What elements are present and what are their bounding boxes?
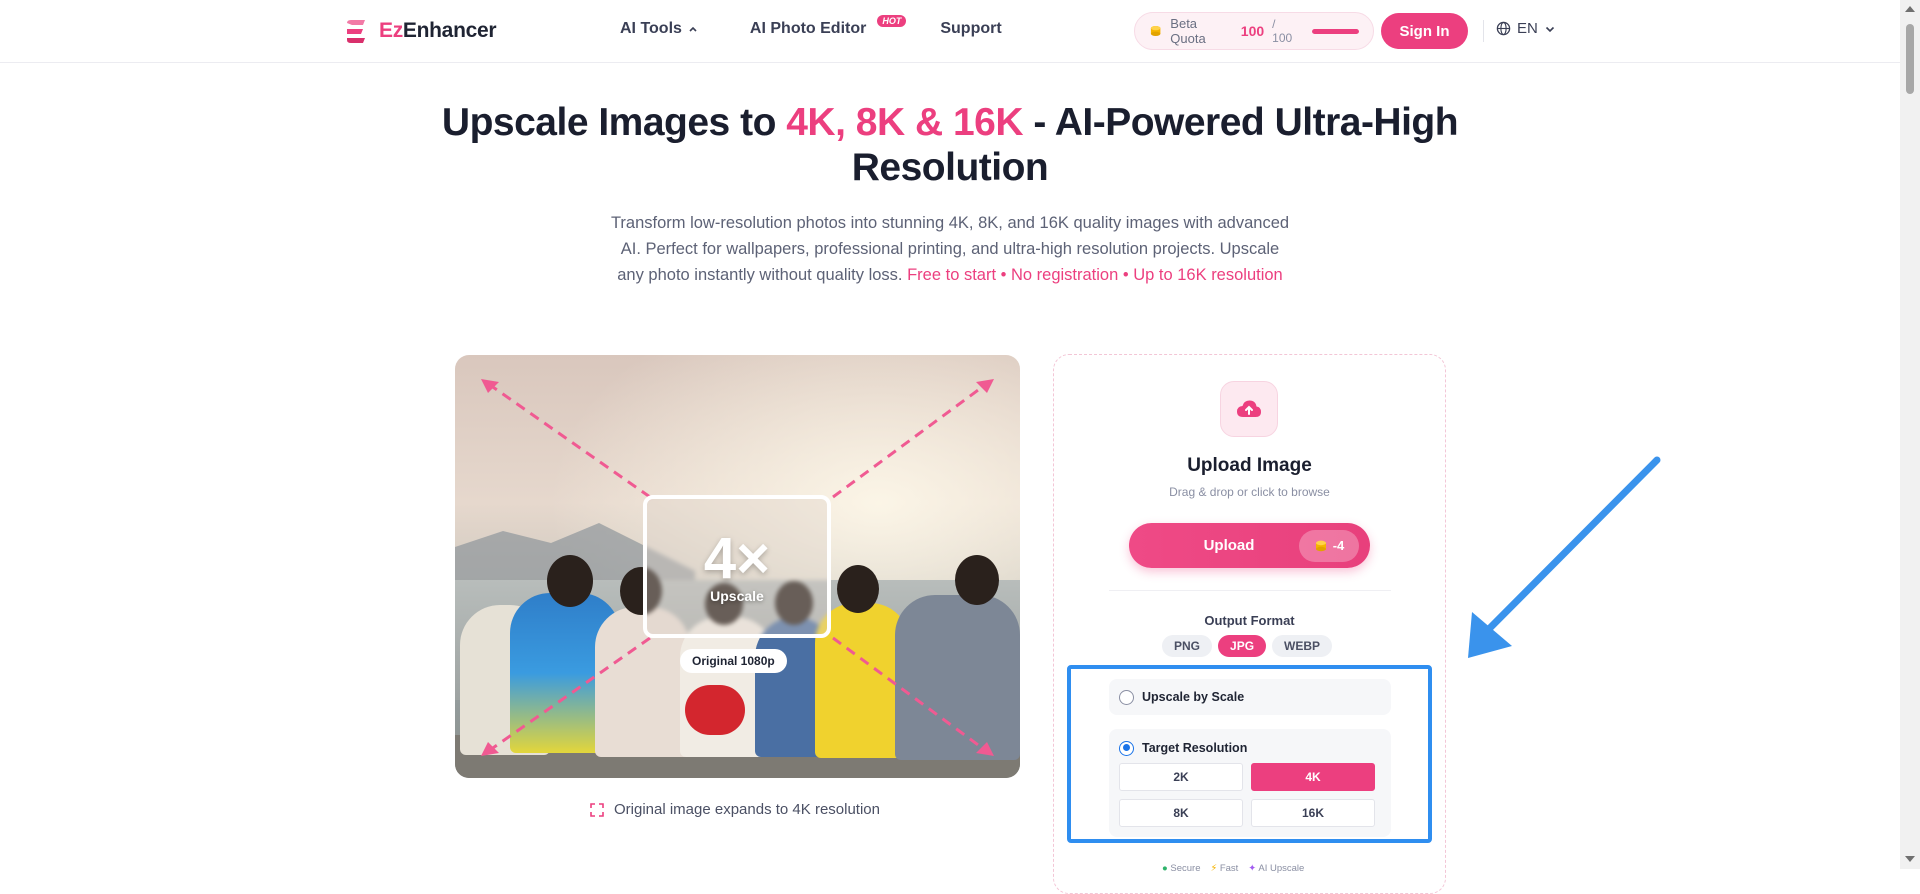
nav-support-label: Support xyxy=(940,20,1002,37)
cloud-upload-icon xyxy=(1220,381,1278,437)
output-format-options: PNG JPG WEBP xyxy=(1162,635,1333,657)
language-selector[interactable]: EN xyxy=(1496,20,1556,37)
quota-total: / 100 xyxy=(1272,17,1293,45)
annotation-highlight-box xyxy=(1067,665,1432,843)
output-format-label: Output Format xyxy=(1204,613,1295,628)
page-scrollbar[interactable] xyxy=(1900,0,1920,869)
zoom-factor: 4× xyxy=(703,525,771,591)
nav-ai-photo-editor-label: AI Photo Editor xyxy=(749,20,867,37)
scroll-down-icon[interactable] xyxy=(1905,856,1915,862)
nav-ai-photo-editor[interactable]: AI Photo Editor HOT xyxy=(749,15,907,38)
hero-subtitle-highlight: Free to start • No registration • Up to … xyxy=(907,266,1283,284)
top-navbar: EzEnhancer AI Tools AI Photo Editor HOT … xyxy=(0,0,1900,63)
hero-title-highlight: 4K, 8K & 16K xyxy=(786,101,1023,144)
demo-caption: Original image expands to 4K resolution xyxy=(590,801,880,818)
quota-progress-fill xyxy=(1311,28,1359,34)
scrollbar-thumb[interactable] xyxy=(1906,24,1914,94)
nav-support[interactable]: Support xyxy=(940,20,1001,38)
upscale-demo-image: 4× Upscale Original 1080p xyxy=(455,355,1020,778)
hot-badge: HOT xyxy=(877,15,907,27)
zoom-caption: Upscale xyxy=(710,587,764,604)
hero-title: Upscale Images to 4K, 8K & 16K - AI-Powe… xyxy=(441,101,1459,189)
upload-title: Upload Image xyxy=(1187,455,1312,476)
hero-subtitle: Transform low-resolution photos into stu… xyxy=(610,214,1290,284)
format-webp[interactable]: WEBP xyxy=(1272,635,1333,657)
upload-subtitle: Drag & drop or click to browse xyxy=(1169,485,1330,499)
zoom-preview-box: 4× Upscale xyxy=(643,495,831,638)
quota-progress-bar xyxy=(1311,28,1359,34)
nav-ai-tools-label: AI Tools xyxy=(620,20,682,37)
quota-used: 100 xyxy=(1240,23,1265,39)
nav-divider xyxy=(1483,20,1484,42)
upload-button[interactable]: Upload -4 xyxy=(1129,523,1370,568)
globe-icon xyxy=(1496,21,1511,36)
scroll-up-icon[interactable] xyxy=(1905,6,1915,12)
sign-in-button[interactable]: Sign In xyxy=(1381,13,1468,49)
quota-label: Beta Quota xyxy=(1170,16,1206,46)
brand-logo[interactable]: EzEnhancer xyxy=(343,18,497,44)
original-resolution-badge: Original 1080p xyxy=(680,649,787,673)
format-png[interactable]: PNG xyxy=(1162,635,1213,657)
demo-caption-text: Original image expands to 4K resolution xyxy=(614,801,880,818)
coin-icon xyxy=(1150,26,1161,36)
beta-quota: Beta Quota 100 / 100 xyxy=(1134,12,1374,50)
nav-ai-tools[interactable]: AI Tools xyxy=(620,20,698,38)
upload-button-label: Upload xyxy=(1203,537,1255,554)
coin-icon xyxy=(1315,540,1326,551)
brand-name: EzEnhancer xyxy=(379,19,497,42)
chevron-down-icon xyxy=(1545,26,1554,32)
language-label: EN xyxy=(1517,20,1538,37)
annotation-arrow-icon xyxy=(1468,456,1661,658)
format-jpg[interactable]: JPG xyxy=(1218,635,1267,657)
chevron-up-icon xyxy=(689,26,697,32)
nav-links: AI Tools AI Photo Editor HOT Support xyxy=(620,15,1002,38)
credit-cost: -4 xyxy=(1332,538,1345,553)
logo-icon xyxy=(343,18,369,44)
credit-cost-pill: -4 xyxy=(1299,529,1359,562)
panel-divider xyxy=(1109,590,1391,591)
expand-icon xyxy=(590,802,604,817)
